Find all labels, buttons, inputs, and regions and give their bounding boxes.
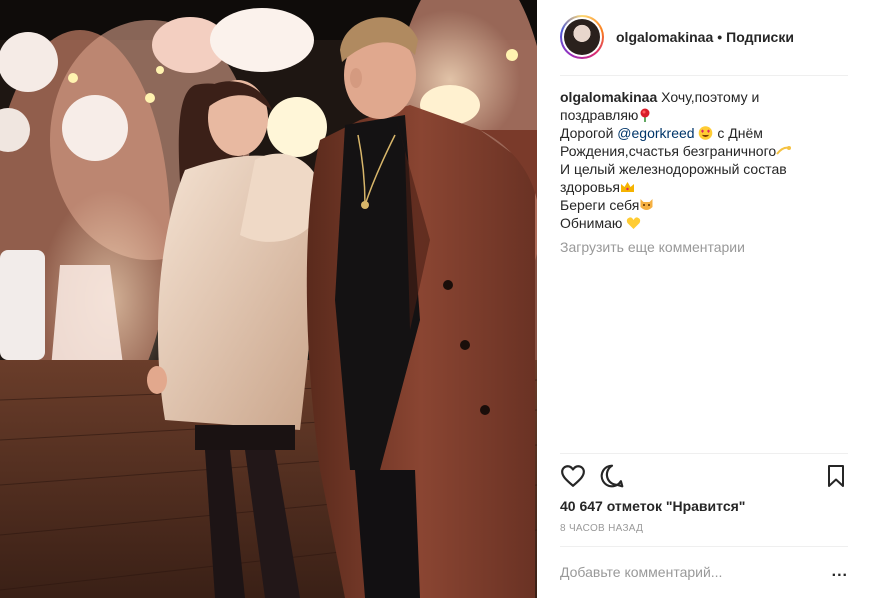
actions-divider [560, 453, 848, 454]
caption-line: Дорогой @egorkreed с Днём [560, 124, 850, 142]
comment-form: ... [560, 562, 848, 582]
post-header: olgalomakinaa • Подписки [560, 13, 848, 61]
more-options-button[interactable]: ... [832, 563, 848, 581]
speech-bubble-icon[interactable] [599, 463, 625, 489]
header-divider [560, 75, 848, 76]
caption-text: Обнимаю [560, 215, 623, 231]
post-photo[interactable] [0, 0, 537, 598]
cat-face-icon [640, 199, 653, 210]
caption-line: Обнимаю [560, 214, 850, 232]
username-link[interactable]: olgalomakinaa [616, 29, 713, 45]
avatar[interactable] [560, 15, 604, 59]
caption-line: olgalomakinaa Хочу,поэтому и [560, 88, 850, 106]
heart-eyes-emoji-icon [699, 126, 713, 140]
caption-text: Хочу,поэтому и [661, 89, 760, 105]
caption-text: здоровья [560, 179, 620, 195]
caption-text: Береги себя [560, 197, 640, 213]
mention-link[interactable]: @egorkreed [617, 125, 694, 141]
heart-icon[interactable] [560, 463, 586, 489]
yellow-heart-icon [627, 217, 641, 229]
caption-text: И целый железнодорожный состав [560, 161, 787, 177]
caption-text: Дорогой [560, 125, 614, 141]
caption-line: поздравляю [560, 106, 850, 124]
avatar-image [564, 19, 600, 55]
caption-text: Рождения,счастья безграничного [560, 143, 777, 159]
caption-line: Рождения,счастья безграничного [560, 142, 850, 160]
likes-count[interactable]: 40 647 отметок "Нравится" [560, 498, 745, 514]
bookmark-icon[interactable] [824, 463, 848, 489]
caption-line: И целый железнодорожный состав [560, 160, 850, 178]
photo-illustration [0, 0, 537, 598]
comment-input[interactable] [560, 564, 832, 580]
crown-icon [620, 182, 634, 192]
post-timestamp: 8 ЧАСОВ НАЗАД [560, 523, 644, 534]
caption-text: поздравляю [560, 107, 639, 123]
caption-text: с Днём [717, 125, 763, 141]
avatar-frame [562, 17, 602, 57]
header-text: olgalomakinaa • Подписки [616, 29, 794, 45]
load-more-comments-link[interactable]: Загрузить еще комментарии [560, 239, 745, 255]
caption-username[interactable]: olgalomakinaa [560, 89, 657, 105]
caption-line: Береги себя [560, 196, 850, 214]
rose-icon [640, 108, 650, 122]
comment-divider [560, 546, 848, 547]
post-caption: olgalomakinaa Хочу,поэтому и поздравляю … [560, 88, 850, 232]
post-actions [560, 463, 848, 491]
caption-line: здоровья [560, 178, 850, 196]
follow-button[interactable]: Подписки [726, 29, 794, 45]
post-side-panel: olgalomakinaa • Подписки olgalomakinaa Хоч… [537, 0, 871, 598]
dizzy-star-icon [776, 146, 792, 155]
separator-dot: • [717, 29, 723, 45]
